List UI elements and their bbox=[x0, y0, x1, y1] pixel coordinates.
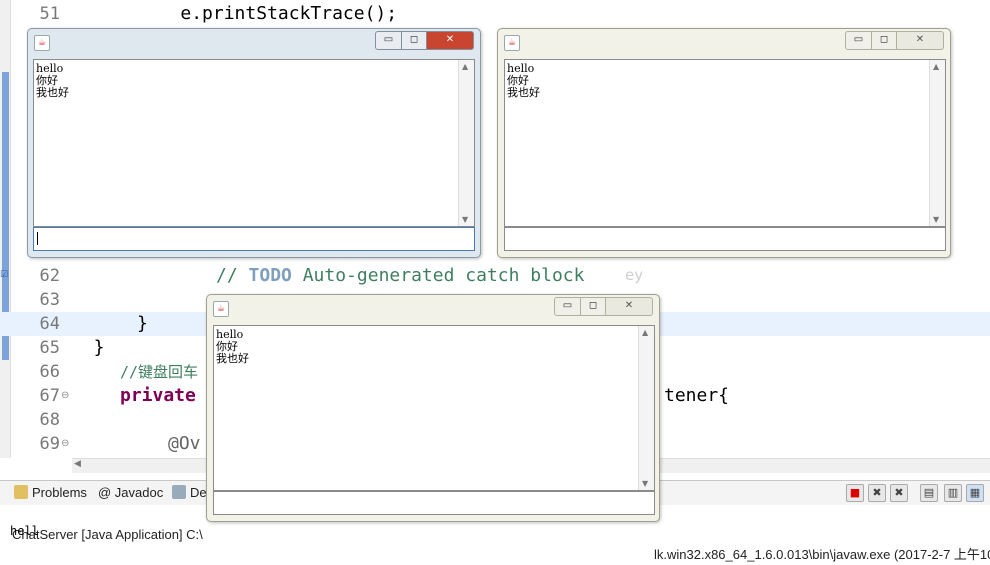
message-area[interactable]: hello 你好 我也好 ▲ ▼ bbox=[213, 325, 655, 491]
maximize-button[interactable]: ◻ bbox=[581, 297, 606, 316]
clear-console-button[interactable]: ▤ bbox=[920, 484, 938, 502]
fold-icon[interactable]: ⊖ bbox=[61, 432, 69, 456]
tab-problems[interactable]: Problems bbox=[14, 484, 87, 502]
minimize-button[interactable]: ▭ bbox=[554, 297, 581, 316]
remove-all-button[interactable]: ✖ bbox=[890, 484, 908, 502]
message-area[interactable]: hello 你好 我也好 ▲ ▼ bbox=[33, 59, 475, 227]
message-item: 我也好 bbox=[36, 86, 69, 99]
maximize-button[interactable]: ◻ bbox=[402, 31, 427, 50]
pin-console-button[interactable]: ▦ bbox=[966, 484, 984, 502]
message-list: hello 你好 我也好 bbox=[216, 329, 249, 365]
tab-declaration[interactable]: De bbox=[172, 484, 207, 502]
java-icon: ☕ bbox=[34, 35, 50, 51]
vertical-scrollbar[interactable]: ▲ ▼ bbox=[638, 326, 654, 490]
window-titlebar[interactable]: ☕ ▭ ◻ ✕ bbox=[28, 29, 480, 55]
message-list: hello 你好 我也好 bbox=[36, 63, 69, 99]
scroll-lock-button[interactable]: ▥ bbox=[944, 484, 962, 502]
vertical-scrollbar[interactable]: ▲ ▼ bbox=[458, 60, 474, 226]
tab-javadoc[interactable]: @ Javadoc bbox=[98, 484, 163, 502]
close-button[interactable]: ✕ bbox=[606, 297, 653, 316]
message-input[interactable] bbox=[504, 227, 946, 251]
minimize-button[interactable]: ▭ bbox=[375, 31, 402, 50]
java-icon: ☕ bbox=[504, 35, 520, 51]
declaration-icon bbox=[172, 485, 186, 499]
chat-window[interactable]: ☕ ▭ ◻ ✕ hello 你好 我也好 ▲ ▼ bbox=[27, 28, 481, 258]
window-titlebar[interactable]: ☕ ▭ ◻ ✕ bbox=[207, 295, 659, 321]
problems-icon bbox=[14, 485, 28, 499]
message-input[interactable] bbox=[213, 491, 655, 515]
message-item: 我也好 bbox=[216, 352, 249, 365]
editor-line: 51 e.printStackTrace(); bbox=[39, 3, 398, 24]
fold-icon[interactable]: ⊖ bbox=[61, 384, 69, 408]
text-caret bbox=[37, 232, 38, 245]
remove-launch-button[interactable]: ✖ bbox=[868, 484, 886, 502]
vertical-scrollbar[interactable]: ▲ ▼ bbox=[929, 60, 945, 226]
chat-window[interactable]: ☕ ▭ ◻ ✕ hello 你好 我也好 ▲ ▼ bbox=[206, 294, 660, 522]
maximize-button[interactable]: ◻ bbox=[872, 31, 897, 50]
close-button[interactable]: ✕ bbox=[427, 31, 474, 50]
console-output: hell bbox=[10, 524, 39, 538]
watermark: ey bbox=[625, 266, 644, 284]
message-area[interactable]: hello 你好 我也好 ▲ ▼ bbox=[504, 59, 946, 227]
minimize-button[interactable]: ▭ bbox=[845, 31, 872, 50]
message-item: 我也好 bbox=[507, 86, 540, 99]
message-list: hello 你好 我也好 bbox=[507, 63, 540, 99]
window-titlebar[interactable]: ☕ ▭ ◻ ✕ bbox=[498, 29, 950, 55]
java-icon: ☕ bbox=[213, 301, 229, 317]
editor-line: 62 // TODO Auto-generated catch block ey bbox=[39, 265, 644, 286]
close-button[interactable]: ✕ bbox=[897, 31, 944, 50]
chat-window[interactable]: ☕ ▭ ◻ ✕ hello 你好 我也好 ▲ ▼ bbox=[497, 28, 951, 258]
message-input[interactable] bbox=[33, 227, 475, 251]
terminate-button[interactable]: ■ bbox=[846, 484, 864, 502]
